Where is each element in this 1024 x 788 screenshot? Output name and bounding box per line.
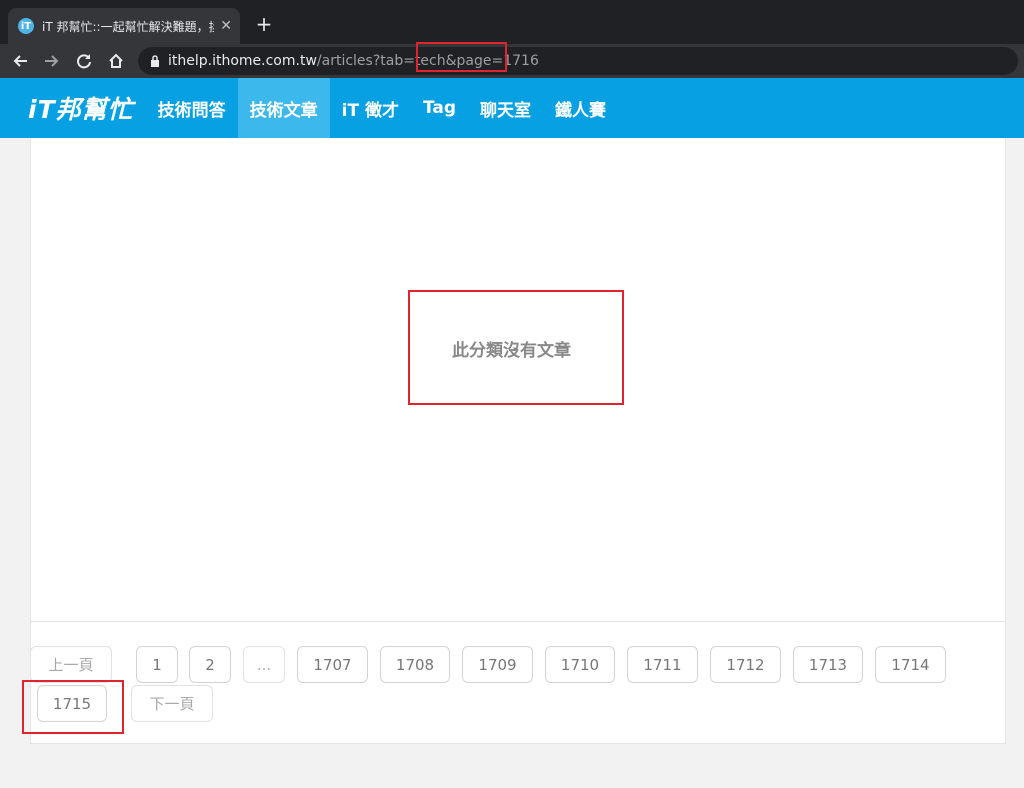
nav-tech-qa[interactable]: 技術問答 [146,78,238,138]
site-logo[interactable]: iT邦幫忙 [28,78,134,138]
page-button[interactable]: 2 [189,646,231,683]
pagination-panel [30,622,1006,744]
browser-tab-strip: iT iT 邦幫忙::一起幫忙解決難題，拯 ✕ + [0,0,1024,44]
page-button[interactable]: 1709 [462,646,533,683]
back-button[interactable] [4,47,36,75]
page-button[interactable]: 1712 [710,646,781,683]
address-bar[interactable]: ithelp.ithome.com.tw/articles?tab=tech&p… [138,47,1018,75]
page-button[interactable]: 1707 [297,646,368,683]
home-icon [109,53,123,68]
back-arrow-icon [13,55,27,67]
page-button[interactable]: 1 [136,646,178,683]
lock-icon [151,55,159,67]
tab-title: iT 邦幫忙::一起幫忙解決難題，拯 [42,19,215,34]
home-button[interactable] [100,47,132,75]
browser-toolbar: ithelp.ithome.com.tw/articles?tab=tech&p… [0,44,1024,78]
url-page-highlight-box [416,42,507,72]
page-ellipsis: ... [243,646,285,683]
reload-icon [77,54,91,69]
page-button[interactable]: 1710 [545,646,615,683]
close-tab-icon[interactable]: ✕ [220,18,232,34]
forward-button[interactable] [36,47,68,75]
forward-arrow-icon [45,55,59,67]
page-button[interactable]: 1708 [380,646,450,683]
last-page-highlight-box [22,680,124,734]
nav-it-jobs[interactable]: iT 徵才 [330,78,411,138]
nav-tag[interactable]: Tag [411,78,468,138]
nav-tech-articles[interactable]: 技術文章 [237,78,330,138]
prev-page-button[interactable]: 上一頁 [30,646,112,683]
new-tab-button[interactable]: + [252,12,276,36]
empty-message-highlight-box [408,290,624,405]
browser-tab[interactable]: iT iT 邦幫忙::一起幫忙解決難題，拯 ✕ [8,8,240,44]
page-button[interactable]: 1713 [793,646,863,683]
site-header: iT邦幫忙 技術問答 技術文章 iT 徵才 Tag 聊天室 鐵人賽 [0,78,1024,138]
reload-button[interactable] [68,47,100,75]
next-page-button[interactable]: 下一頁 [131,685,213,722]
nav-ironman[interactable]: 鐵人賽 [543,78,618,138]
site-favicon-icon: iT [18,18,34,34]
page-button[interactable]: 1714 [875,646,946,683]
url-host: ithelp.ithome.com.tw [168,53,317,69]
nav-chatroom[interactable]: 聊天室 [468,78,543,138]
page-button[interactable]: 1711 [627,646,698,683]
